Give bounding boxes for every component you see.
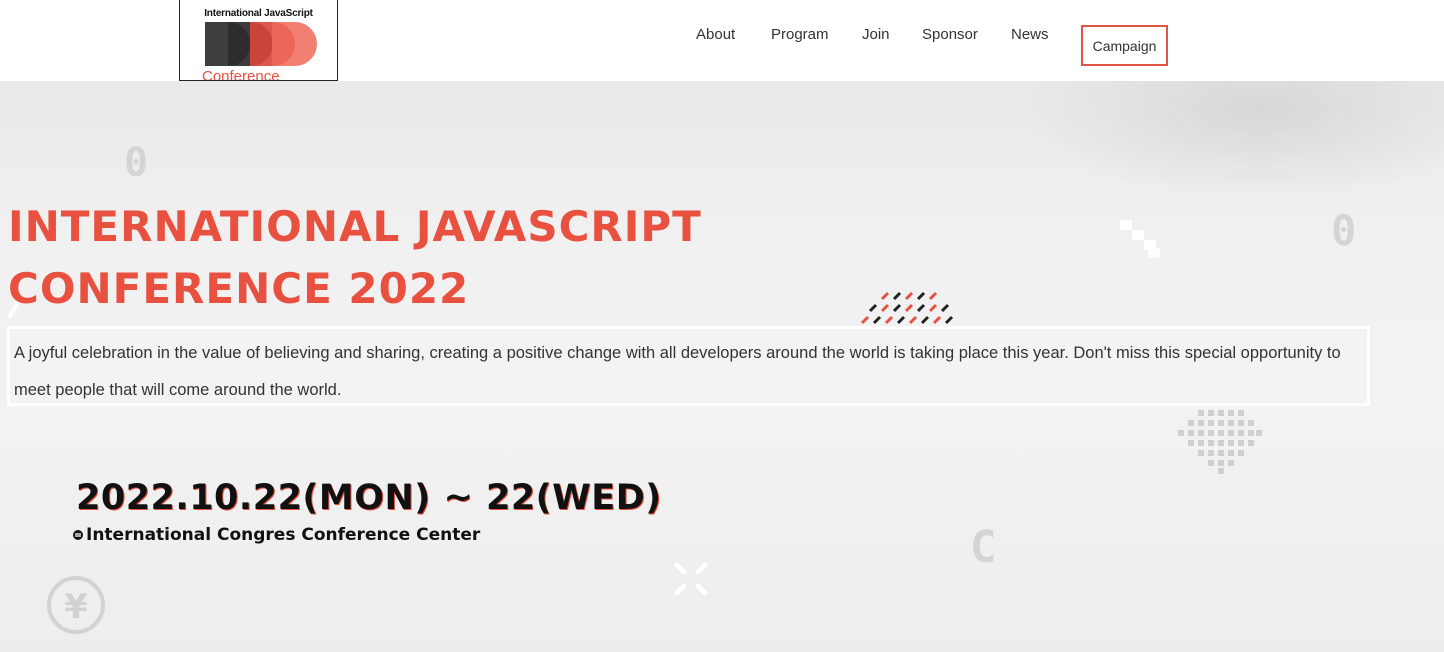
campaign-button[interactable]: Campaign	[1081, 25, 1168, 66]
dashed-pattern-decoration	[860, 291, 954, 325]
zero-glyph-decoration: 0	[1331, 206, 1357, 255]
nav-item-news[interactable]: News	[1011, 26, 1049, 43]
venue-name: International Congres Conference Center	[86, 525, 481, 545]
nav-item-join[interactable]: Join	[862, 26, 890, 43]
yen-circle-icon: ¥	[47, 576, 105, 634]
hero-shade-decoration	[1020, 81, 1444, 201]
nav-item-program[interactable]: Program	[771, 26, 829, 43]
event-date: 2022.10.22(MON) ~ 22(WED)	[76, 478, 662, 518]
top-header: International JavaScript Conference Abou…	[0, 0, 1444, 81]
checker-diamond-decoration	[1178, 410, 1262, 474]
logo-subtitle: Conference	[202, 68, 280, 81]
svg-text:¥: ¥	[64, 587, 88, 627]
nav-item-about[interactable]: About	[696, 26, 735, 43]
venue-line: International Congres Conference Center	[72, 525, 480, 545]
headline-line-2: CONFERENCE 2022	[8, 264, 470, 313]
location-icon	[73, 530, 83, 540]
pixel-blocks-decoration	[1120, 220, 1160, 258]
site-logo[interactable]: International JavaScript Conference	[179, 0, 338, 81]
hero-headline: INTERNATIONAL JAVASCRIPT CONFERENCE 2022	[8, 196, 702, 320]
description-box: A joyful celebration in the value of bel…	[7, 326, 1370, 406]
logo-graphic	[205, 22, 317, 66]
x-mark-decoration	[674, 562, 708, 596]
nav-item-sponsor[interactable]: Sponsor	[922, 26, 978, 43]
zero-glyph-decoration: 0	[124, 140, 149, 186]
hero-description: A joyful celebration in the value of bel…	[14, 344, 1341, 399]
c-glyph-decoration: C	[970, 522, 997, 573]
headline-line-1: INTERNATIONAL JAVASCRIPT	[8, 202, 702, 251]
